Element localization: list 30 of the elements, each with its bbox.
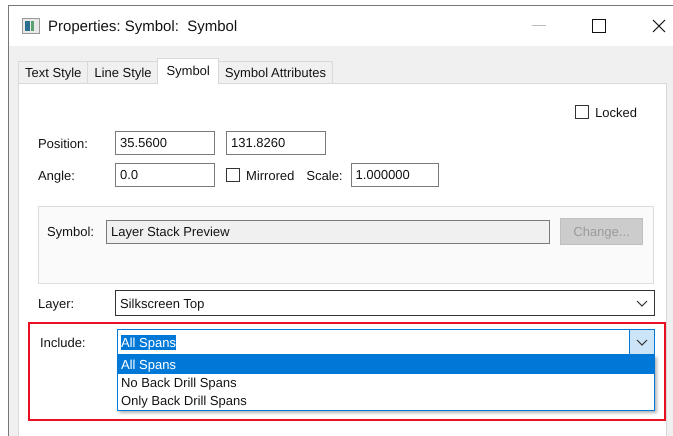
layer-dropdown[interactable]: Silkscreen Top [115, 290, 655, 316]
maximize-icon[interactable] [592, 19, 606, 33]
tab[interactable]: Symbol [157, 58, 219, 84]
chevron-down-icon [636, 338, 648, 346]
field-label: Layer: [38, 296, 76, 310]
dropdown-option[interactable]: Only Back Drill Spans [118, 392, 654, 410]
field-label: Angle: [38, 168, 76, 182]
close-icon[interactable] [652, 19, 666, 33]
dropdown-button[interactable] [629, 330, 654, 354]
field-label: Scale: [306, 168, 343, 182]
scale-field[interactable]: 1.000000 [350, 163, 439, 187]
locked-checkbox[interactable] [575, 105, 590, 119]
window-title: Properties: Symbol: Symbol [48, 18, 238, 34]
field-label: Symbol: [47, 224, 95, 239]
x-position-field[interactable]: 35.5600 [115, 131, 215, 155]
chevron-down-icon [636, 300, 648, 306]
field-label: Position: [38, 136, 89, 150]
tab[interactable]: Line Style [87, 61, 158, 83]
y-position-field[interactable]: 131.8260 [226, 131, 326, 155]
checkbox-label: Mirrored [246, 168, 294, 182]
mirrored-checkbox[interactable] [226, 168, 240, 182]
window-icon [22, 18, 40, 34]
tab[interactable]: Symbol Attributes [218, 61, 333, 83]
field-label: Include: [40, 334, 87, 350]
tab[interactable]: Text Style [18, 61, 88, 83]
symbol-field: Layer Stack Preview [106, 220, 550, 244]
dropdown-option[interactable]: No Back Drill Spans [118, 374, 654, 392]
dropdown-option[interactable]: All Spans [118, 356, 654, 374]
checkbox-label: Locked [595, 104, 637, 120]
angle-field[interactable]: 0.0 [115, 163, 215, 187]
